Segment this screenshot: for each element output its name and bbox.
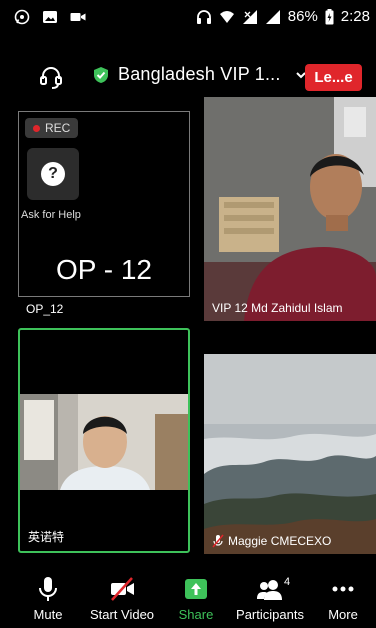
meeting-title: Bangladesh VIP 1... <box>118 64 281 84</box>
more-button[interactable]: More <box>303 570 376 622</box>
share-button[interactable]: Share <box>156 570 236 622</box>
shield-check-icon <box>94 66 108 83</box>
recording-badge: REC <box>25 118 79 138</box>
signal-icon-2 <box>265 9 280 24</box>
meeting-top-bar: Bangladesh VIP 1... Le...e <box>0 56 376 100</box>
whatsapp-icon <box>14 9 30 25</box>
muted-mic-icon <box>212 534 224 548</box>
participant-display-name: OP - 12 <box>56 254 152 285</box>
battery-charging-icon <box>325 8 334 24</box>
mute-button[interactable]: Mute <box>8 570 88 622</box>
participant-video-tile-landscape[interactable]: Maggie CMECEXO <box>204 354 376 554</box>
mute-label: Mute <box>33 607 63 622</box>
participants-button[interactable]: 4 Participants <box>230 570 310 622</box>
meeting-info-dropdown[interactable]: Bangladesh VIP 1... <box>92 64 307 85</box>
share-screen-icon <box>185 579 207 599</box>
wifi-icon <box>219 10 234 23</box>
headset-audio-icon[interactable] <box>38 64 64 90</box>
headphones-icon <box>196 9 211 24</box>
participant-name-vip: VIP 12 Md Zahidul Islam <box>212 301 343 315</box>
start-video-button[interactable]: Start Video <box>82 570 162 622</box>
participant-name-active: 英诺特 <box>28 530 65 544</box>
ask-for-help-label: Ask for Help <box>21 209 81 221</box>
landscape-video-frame <box>204 354 376 554</box>
start-video-label: Start Video <box>89 607 155 622</box>
participant-video-frame <box>204 97 376 321</box>
rec-label: REC <box>45 121 71 135</box>
participants-icon <box>257 580 282 600</box>
more-label: More <box>328 607 358 622</box>
self-video-tile[interactable]: REC ? Ask for Help OP - 12 <box>18 111 190 297</box>
leave-button[interactable]: Le...e <box>305 64 362 91</box>
battery-percent: 86% <box>287 8 318 25</box>
signal-icon <box>242 9 257 24</box>
microphone-icon <box>39 577 57 601</box>
ask-for-help-button[interactable]: ? <box>27 148 79 200</box>
speaker-video-frame <box>20 394 188 490</box>
participants-count: 4 <box>284 576 291 588</box>
clock: 2:28 <box>340 8 370 25</box>
status-bar: 86% 2:28 <box>0 0 376 36</box>
participant-video-tile-active-speaker[interactable]: 英诺特 <box>18 328 190 553</box>
video-camera-icon <box>70 13 86 21</box>
image-icon <box>43 11 57 23</box>
record-dot-icon <box>33 124 40 132</box>
question-mark-icon: ? <box>41 162 65 186</box>
meeting-toolbar: Mute Start Video Share 4 Participants Mo… <box>0 570 376 628</box>
participants-label: Participants <box>236 607 304 622</box>
share-label: Share <box>178 607 214 622</box>
participant-name-landscape: Maggie CMECEXO <box>212 534 331 548</box>
participant-name-landscape-text: Maggie CMECEXO <box>228 534 332 548</box>
self-user-label: OP_12 <box>26 302 64 316</box>
participant-video-tile-vip[interactable]: VIP 12 Md Zahidul Islam <box>204 97 376 321</box>
video-off-icon <box>111 577 134 601</box>
more-icon <box>332 586 354 592</box>
